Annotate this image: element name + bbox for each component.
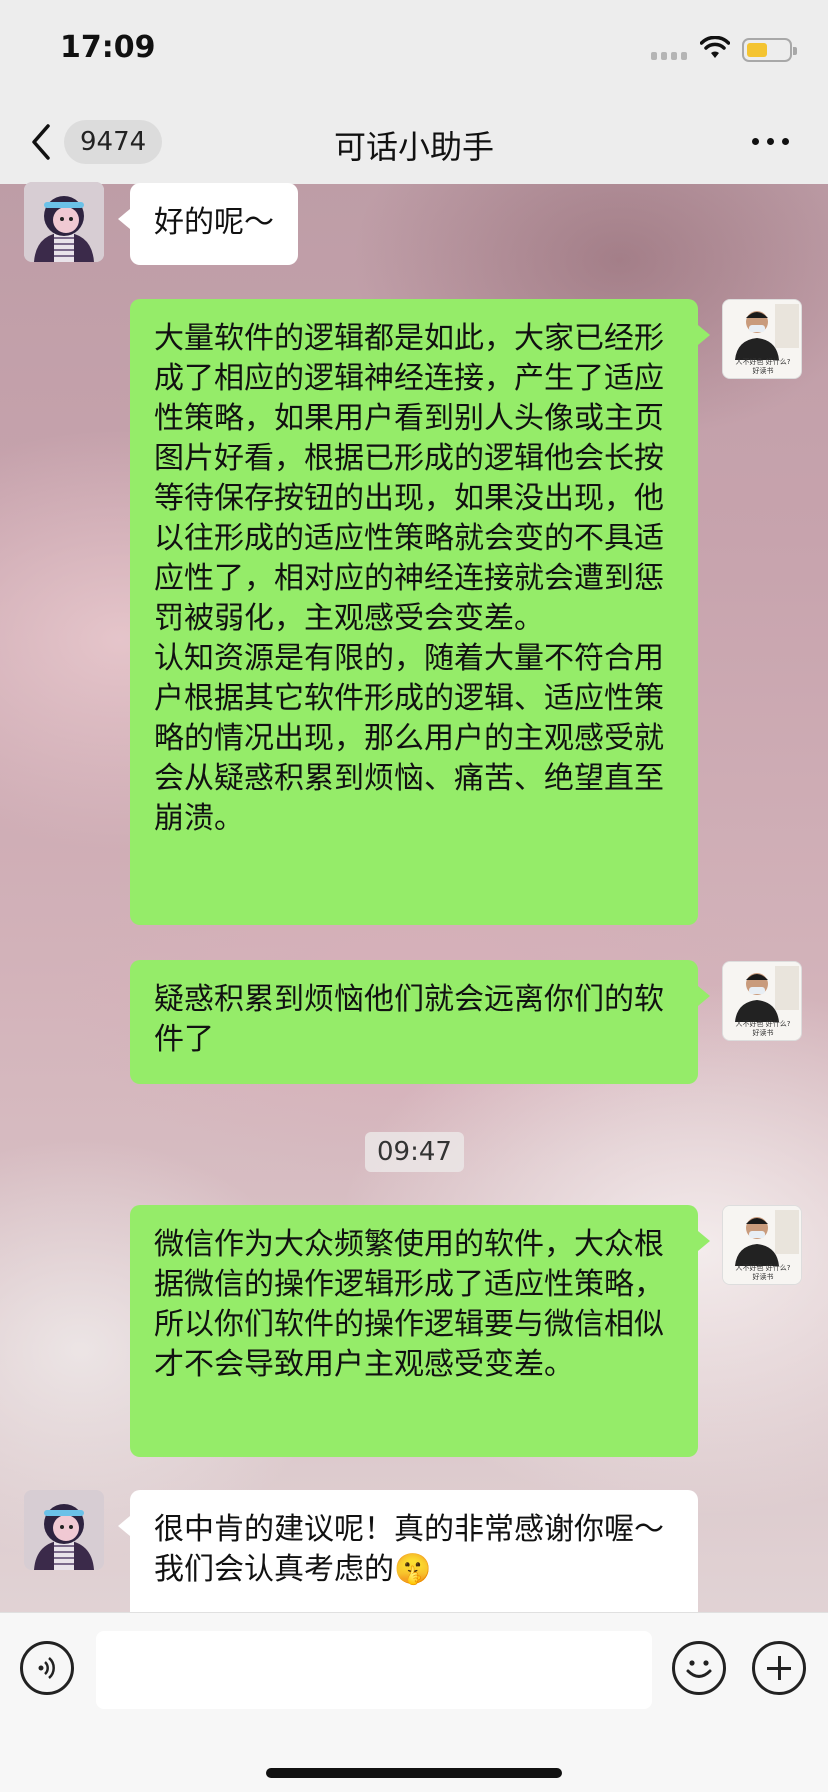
time-separator: 09:47 xyxy=(365,1132,464,1172)
message-bubble-me[interactable]: 微信作为大众频繁使用的软件，大众根据微信的操作逻辑形成了适应性策略，所以你们软件… xyxy=(130,1205,710,1457)
cellular-signal-icon xyxy=(651,52,687,60)
message-input[interactable] xyxy=(96,1631,652,1709)
more-options-icon[interactable] xyxy=(752,138,789,145)
avatar-caption-line2: 好读书 xyxy=(752,367,774,375)
battery-icon xyxy=(742,38,797,62)
my-avatar[interactable]: 人不好色 好什么? 好读书 xyxy=(722,1205,802,1285)
avatar-caption-line1: 人不好色 好什么? xyxy=(735,1264,791,1272)
message-bubble-bot[interactable]: 很中肯的建议呢！真的非常感谢你喔～我们会认真考虑的🤫 xyxy=(118,1490,698,1612)
voice-input-icon[interactable] xyxy=(20,1641,74,1695)
message-bubble-bot[interactable]: 好的呢～ xyxy=(118,183,298,265)
my-avatar[interactable]: 人不好色 好什么? 好读书 xyxy=(722,299,802,379)
bot-avatar[interactable] xyxy=(24,1490,104,1570)
chat-header: 9474 可话小助手 xyxy=(0,100,828,184)
my-avatar[interactable]: 人不好色 好什么? 好读书 xyxy=(722,961,802,1041)
status-bar: 17:09 xyxy=(0,0,828,100)
avatar-caption-line1: 人不好色 好什么? xyxy=(735,1020,791,1028)
avatar-caption-line2: 好读书 xyxy=(752,1273,774,1281)
bot-avatar[interactable] xyxy=(24,182,104,262)
emoji-icon[interactable] xyxy=(672,1641,726,1695)
chat-input-bar xyxy=(0,1612,828,1792)
wifi-icon xyxy=(699,35,731,64)
message-bubble-me[interactable]: 疑惑积累到烦恼他们就会远离你们的软件了 xyxy=(130,960,710,1084)
status-time: 17:09 xyxy=(60,30,156,65)
avatar-caption-line2: 好读书 xyxy=(752,1029,774,1037)
home-indicator xyxy=(266,1768,562,1778)
add-more-icon[interactable] xyxy=(752,1641,806,1695)
avatar-caption-line1: 人不好色 好什么? xyxy=(735,358,791,366)
message-bubble-me[interactable]: 大量软件的逻辑都是如此，大家已经形成了相应的逻辑神经连接，产生了适应性策略，如果… xyxy=(130,299,710,925)
chat-title: 可话小助手 xyxy=(333,128,494,166)
